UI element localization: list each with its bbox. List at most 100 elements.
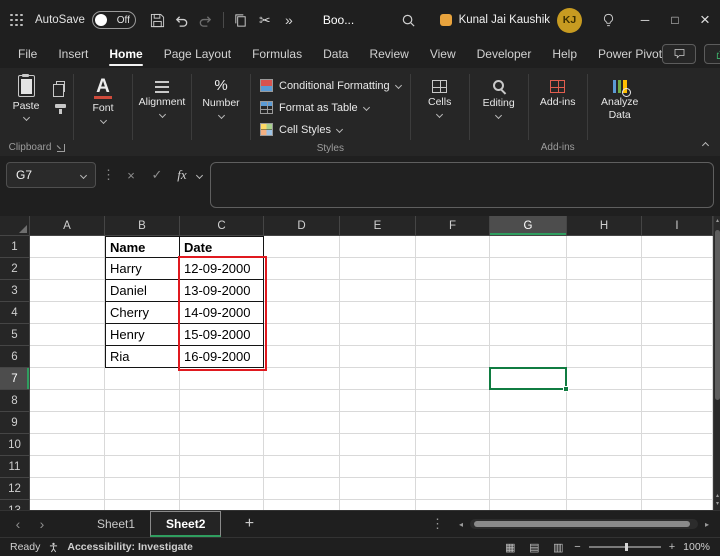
close-button[interactable]: × <box>690 0 720 40</box>
cell-I11[interactable] <box>642 456 713 478</box>
row-header-12[interactable]: 12 <box>0 478 30 500</box>
cell-E1[interactable] <box>340 236 416 258</box>
menu-tab-home[interactable]: Home <box>109 40 142 68</box>
column-header-B[interactable]: B <box>105 216 180 236</box>
hscroll-right-icon[interactable]: ▸ <box>700 520 714 529</box>
cell-D13[interactable] <box>264 500 340 510</box>
analyze-data-button[interactable]: Analyze Data <box>593 73 647 156</box>
menu-tab-formulas[interactable]: Formulas <box>252 40 302 68</box>
font-button[interactable]: A Font <box>79 73 127 156</box>
cell-B11[interactable] <box>105 456 180 478</box>
copy-format-icon[interactable] <box>229 7 253 33</box>
cell-G13[interactable] <box>490 500 567 510</box>
cell-A13[interactable] <box>30 500 105 510</box>
menu-tab-view[interactable]: View <box>430 40 456 68</box>
sheet-tab-sheet2[interactable]: Sheet2 <box>150 511 221 537</box>
zoom-in-button[interactable]: + <box>669 541 675 553</box>
add-sheet-button[interactable]: + <box>237 513 261 535</box>
cell-A11[interactable] <box>30 456 105 478</box>
cell-I1[interactable] <box>642 236 713 258</box>
cell-I9[interactable] <box>642 412 713 434</box>
cell-I13[interactable] <box>642 500 713 510</box>
cell-C4[interactable]: 14-09-2000 <box>180 302 264 324</box>
cell-A4[interactable] <box>30 302 105 324</box>
accessibility-status[interactable]: Accessibility: Investigate <box>67 541 192 553</box>
cell-F9[interactable] <box>416 412 490 434</box>
cell-H4[interactable] <box>567 302 642 324</box>
cell-D12[interactable] <box>264 478 340 500</box>
zoom-out-button[interactable]: − <box>574 541 580 553</box>
cell-E9[interactable] <box>340 412 416 434</box>
cell-D7[interactable] <box>264 368 340 390</box>
conditional-formatting-button[interactable]: Conditional Formatting <box>256 75 405 96</box>
cell-D10[interactable] <box>264 434 340 456</box>
cell-E6[interactable] <box>340 346 416 368</box>
row-header-7[interactable]: 7 <box>0 368 30 390</box>
app-launcher-icon[interactable] <box>10 14 23 27</box>
formula-input[interactable] <box>210 162 714 208</box>
more-commands-icon[interactable]: » <box>277 7 301 33</box>
cell-B10[interactable] <box>105 434 180 456</box>
cell-E2[interactable] <box>340 258 416 280</box>
lightbulb-icon[interactable] <box>596 7 620 33</box>
account-area[interactable]: Kunal Jai Kaushik KJ <box>440 8 582 33</box>
select-all-corner[interactable] <box>0 216 30 236</box>
cell-H7[interactable] <box>567 368 642 390</box>
cell-D5[interactable] <box>264 324 340 346</box>
cell-F2[interactable] <box>416 258 490 280</box>
cell-G12[interactable] <box>490 478 567 500</box>
formula-bar-splitter[interactable]: ⋮ <box>102 162 115 188</box>
cell-G2[interactable] <box>490 258 567 280</box>
cell-H2[interactable] <box>567 258 642 280</box>
scroll-up-icon[interactable]: ▴ <box>714 218 720 225</box>
cell-H8[interactable] <box>567 390 642 412</box>
cell-E10[interactable] <box>340 434 416 456</box>
cell-G9[interactable] <box>490 412 567 434</box>
scroll-down-icon[interactable]: ▾ <box>714 501 720 508</box>
vertical-scroll-thumb[interactable] <box>715 230 720 400</box>
cell-D4[interactable] <box>264 302 340 324</box>
cell-I3[interactable] <box>642 280 713 302</box>
zoom-slider-thumb[interactable] <box>625 543 628 551</box>
document-title[interactable]: Boo... <box>323 13 354 27</box>
cell-B4[interactable]: Cherry <box>105 302 180 324</box>
zoom-level[interactable]: 100% <box>683 541 710 553</box>
cell-H13[interactable] <box>567 500 642 510</box>
insert-function-button[interactable]: fx <box>173 162 191 188</box>
alignment-button[interactable]: Alignment <box>138 73 186 156</box>
cell-D3[interactable] <box>264 280 340 302</box>
cell-C13[interactable] <box>180 500 264 510</box>
cell-I5[interactable] <box>642 324 713 346</box>
scroll-split-up-icon[interactable]: ▴ <box>714 493 720 500</box>
cell-E7[interactable] <box>340 368 416 390</box>
cell-C10[interactable] <box>180 434 264 456</box>
row-header-8[interactable]: 8 <box>0 390 30 412</box>
cell-F12[interactable] <box>416 478 490 500</box>
cell-F13[interactable] <box>416 500 490 510</box>
cell-A6[interactable] <box>30 346 105 368</box>
format-as-table-button[interactable]: Format as Table <box>256 97 373 118</box>
menu-tab-page-layout[interactable]: Page Layout <box>164 40 231 68</box>
cell-H6[interactable] <box>567 346 642 368</box>
column-header-I[interactable]: I <box>642 216 713 236</box>
cell-I2[interactable] <box>642 258 713 280</box>
cell-D11[interactable] <box>264 456 340 478</box>
tabbar-splitter[interactable]: ⋮ <box>431 516 444 532</box>
column-header-D[interactable]: D <box>264 216 340 236</box>
number-button[interactable]: % Number <box>197 73 245 156</box>
row-header-4[interactable]: 4 <box>0 302 30 324</box>
maximize-button[interactable]: □ <box>660 0 690 40</box>
row-header-6[interactable]: 6 <box>0 346 30 368</box>
cell-C12[interactable] <box>180 478 264 500</box>
cell-G6[interactable] <box>490 346 567 368</box>
cell-G5[interactable] <box>490 324 567 346</box>
cut-icon[interactable]: ✂ <box>253 7 277 33</box>
cell-F6[interactable] <box>416 346 490 368</box>
sheet-nav-left-icon[interactable]: ‹ <box>6 516 30 532</box>
avatar[interactable]: KJ <box>557 8 582 33</box>
cell-E4[interactable] <box>340 302 416 324</box>
cell-C3[interactable]: 13-09-2000 <box>180 280 264 302</box>
cell-B7[interactable] <box>105 368 180 390</box>
cell-B12[interactable] <box>105 478 180 500</box>
hscroll-left-icon[interactable]: ◂ <box>454 520 468 529</box>
